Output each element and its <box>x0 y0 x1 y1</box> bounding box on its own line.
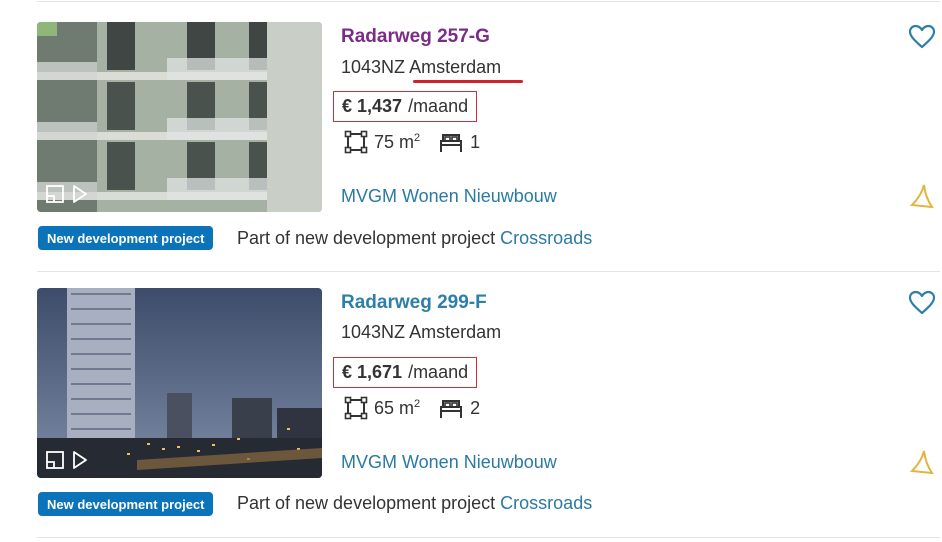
project-info: Part of new development project Crossroa… <box>237 493 592 514</box>
city: Amsterdam <box>409 57 502 77</box>
listing-photo[interactable] <box>37 22 322 212</box>
bed-icon <box>440 400 463 418</box>
heart-outline-icon[interactable] <box>908 24 936 50</box>
bedrooms-value: 2 <box>470 397 481 418</box>
media-icons <box>45 450 89 470</box>
project-info: Part of new development project Crossroa… <box>237 228 592 249</box>
area-icon <box>344 396 368 420</box>
living-area: 75 m2 <box>344 130 420 154</box>
listing-divider <box>37 271 940 272</box>
listing-address: 1043NZ Amsterdam <box>341 322 501 343</box>
bedrooms: 1 <box>438 131 480 153</box>
play-icon[interactable] <box>69 450 89 470</box>
price: € 1,437 <box>342 96 403 116</box>
agent-logo-icon <box>910 450 934 475</box>
new-development-badge: New development project <box>38 226 214 250</box>
postcode: 1043NZ <box>341 322 406 342</box>
living-area: 65 m2 <box>344 396 420 420</box>
project-link[interactable]: Crossroads <box>500 228 592 248</box>
price-highlight-box: € 1,437 /maand <box>333 91 478 122</box>
project-prefix: Part of new development project <box>237 493 496 513</box>
new-development-badge: New development project <box>38 492 214 516</box>
floorplan-icon[interactable] <box>45 184 65 204</box>
media-icons <box>45 184 89 204</box>
listing-title-link[interactable]: Radarweg 257-G <box>341 26 490 48</box>
listing-photo[interactable] <box>37 288 322 478</box>
bedrooms: 2 <box>438 397 480 419</box>
agent-link[interactable]: MVGM Wonen Nieuwbouw <box>341 452 557 473</box>
area-unit-sup: 2 <box>414 397 421 410</box>
area-icon <box>344 130 368 154</box>
listing-address: 1043NZ Amsterdam <box>341 57 501 78</box>
agent-logo-icon <box>910 184 934 209</box>
floorplan-icon[interactable] <box>45 450 65 470</box>
project-prefix: Part of new development project <box>237 228 496 248</box>
price: € 1,671 <box>342 362 403 382</box>
area-unit-sup: 2 <box>414 131 421 144</box>
listing-specs: 65 m2 2 <box>344 396 498 420</box>
area-value: 65 m <box>374 397 415 418</box>
price-period: /maand <box>408 362 469 382</box>
bedrooms-value: 1 <box>470 131 481 152</box>
area-value: 75 m <box>374 131 415 152</box>
city: Amsterdam <box>409 322 502 342</box>
bed-icon <box>440 134 463 152</box>
agent-link[interactable]: MVGM Wonen Nieuwbouw <box>341 186 557 207</box>
price-highlight-box: € 1,671 /maand <box>333 357 478 388</box>
city-highlight-underline <box>413 80 523 83</box>
heart-outline-icon[interactable] <box>908 290 936 316</box>
top-divider <box>37 1 940 2</box>
listing-specs: 75 m2 1 <box>344 130 498 154</box>
postcode: 1043NZ <box>341 57 406 77</box>
bottom-divider <box>37 537 940 538</box>
project-link[interactable]: Crossroads <box>500 493 592 513</box>
listing-title-link[interactable]: Radarweg 299-F <box>341 292 487 314</box>
play-icon[interactable] <box>69 184 89 204</box>
price-period: /maand <box>408 96 469 116</box>
